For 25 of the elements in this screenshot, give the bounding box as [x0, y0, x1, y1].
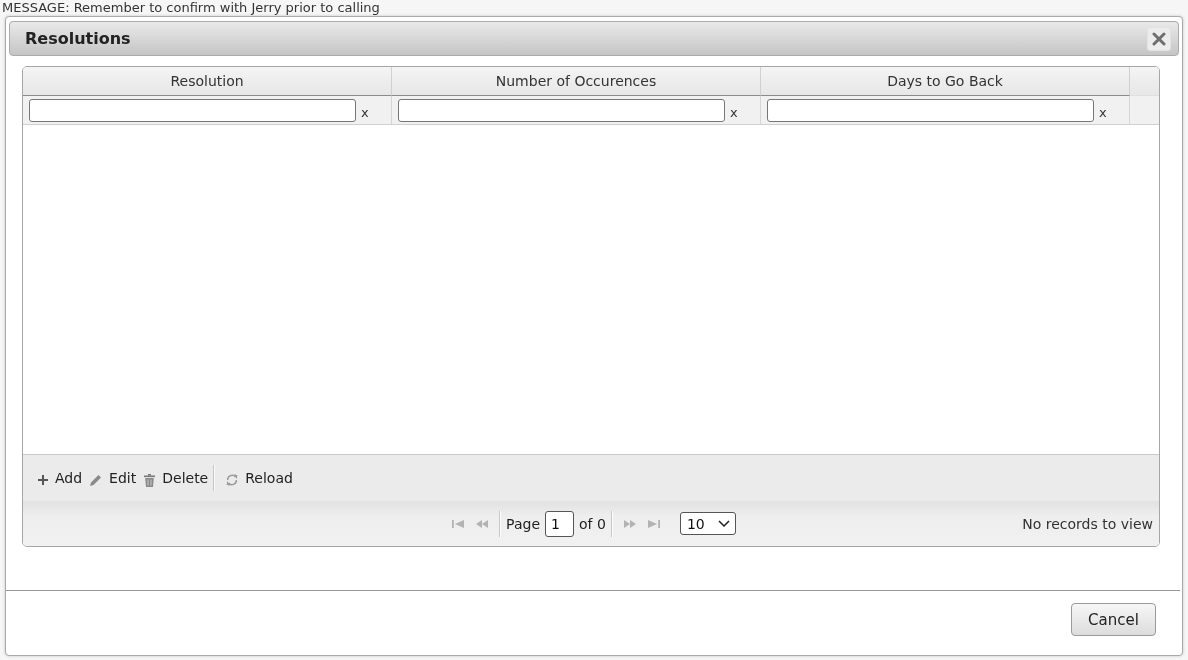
close-icon — [1152, 31, 1166, 46]
trash-icon — [144, 473, 156, 487]
plus-icon — [38, 475, 48, 485]
add-button[interactable]: Add — [34, 466, 87, 490]
dialog-title: Resolutions — [25, 29, 131, 48]
filter-input[interactable] — [398, 98, 725, 122]
page-size-select[interactable]: 10 — [679, 512, 736, 535]
background-message: MESSAGE: Remember to confirm with Jerry prior to calling — [2, 0, 380, 16]
filter-input[interactable] — [767, 98, 1094, 122]
filter-input[interactable] — [29, 98, 356, 122]
edit-button[interactable]: Edit — [86, 466, 141, 490]
clear-filter-link[interactable]: x — [1099, 104, 1107, 120]
pencil-icon — [90, 474, 103, 486]
reload-button[interactable]: Reload — [222, 466, 297, 490]
chevron-down-icon — [717, 520, 730, 527]
page-input[interactable]: 1 — [545, 510, 574, 537]
pager-status: No records to view — [1022, 515, 1154, 532]
clear-filter-link[interactable]: x — [730, 104, 738, 120]
clear-filter-link[interactable]: x — [361, 104, 369, 120]
page-label: Page — [506, 515, 540, 532]
cancel-button[interactable]: Cancel — [1071, 603, 1156, 636]
close-button[interactable] — [1147, 26, 1171, 51]
page-count-label: of 0 — [579, 515, 606, 532]
delete-button[interactable]: Delete — [140, 466, 213, 490]
reload-icon — [226, 473, 239, 487]
